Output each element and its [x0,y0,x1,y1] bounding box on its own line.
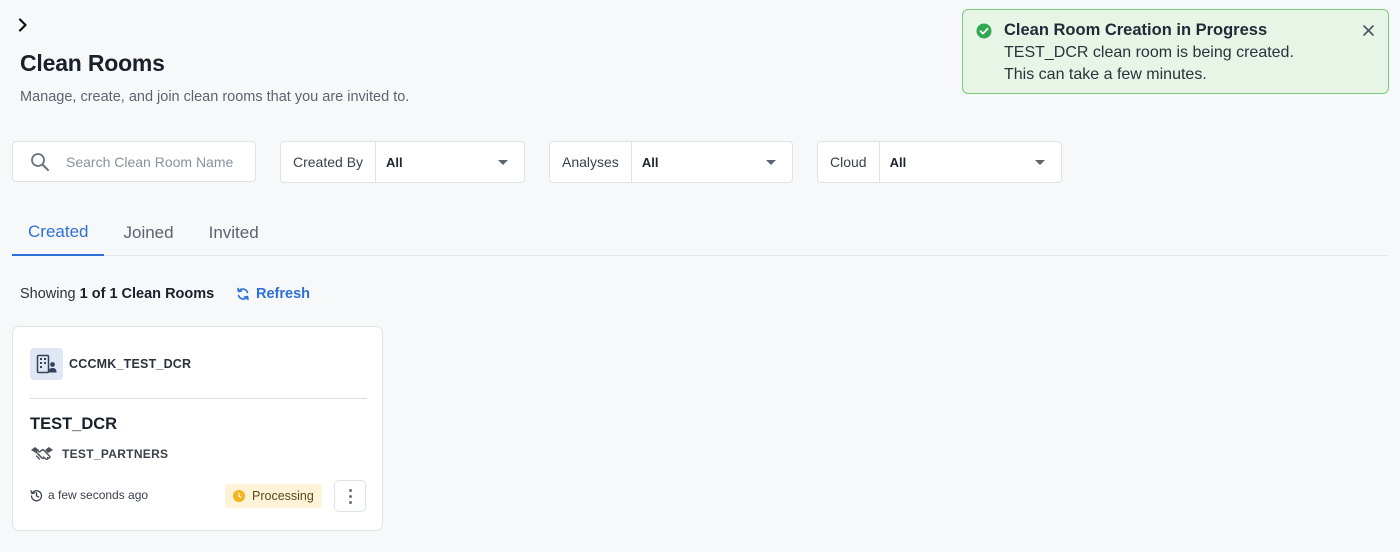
card-menu-button[interactable] [334,480,366,512]
chevron-down-icon [1035,159,1045,165]
results-count: Showing 1 of 1 Clean Rooms [20,286,214,302]
results-count-prefix: Showing [20,286,76,302]
tab-created[interactable]: Created [12,210,105,256]
filter-created-by: Created By All [280,141,525,183]
filter-cloud-select[interactable]: All [880,142,1061,182]
kebab-menu-icon [348,500,352,504]
handshake-icon [31,447,53,461]
refresh-button[interactable]: Refresh [236,286,310,302]
filter-cloud: Cloud All [817,141,1062,183]
check-circle-icon [976,23,992,44]
history-icon [30,489,43,501]
tab-joined[interactable]: Joined [107,210,189,255]
search-input[interactable] [66,153,246,170]
chevron-right-icon [18,18,27,32]
page-title: Clean Rooms [20,50,165,76]
chevron-down-icon [766,159,776,165]
close-icon [1362,24,1374,36]
refresh-icon [237,287,249,301]
filter-created-by-select[interactable]: All [376,142,524,182]
org-name: CCCMK_TEST_DCR [69,357,192,371]
filter-analyses: Analyses All [549,141,793,183]
results-count-value: 1 of 1 Clean Rooms [79,286,215,302]
partner-name: TEST_PARTNERS [62,447,169,461]
building-user-icon [30,348,63,380]
filter-created-by-value: All [386,154,403,170]
filter-created-by-label: Created By [281,142,377,182]
filter-analyses-select[interactable]: All [632,142,792,182]
filter-analyses-label: Analyses [550,142,632,182]
toast-title: Clean Room Creation in Progress [1004,21,1268,39]
partner-info: TEST_PARTNERS [30,445,168,463]
last-updated: a few seconds ago [30,488,148,502]
search-box [12,141,256,182]
chevron-down-icon [498,159,508,165]
page-subtitle: Manage, create, and join clean rooms tha… [20,89,410,105]
filter-analyses-value: All [641,154,659,170]
toast-message: TEST_DCR clean room is being created. Th… [1004,42,1294,86]
clean-room-name[interactable]: TEST_DCR [30,415,117,434]
filter-cloud-label: Cloud [818,142,880,182]
card-divider [30,398,367,399]
toast-notification: Clean Room Creation in Progress TEST_DCR… [962,9,1389,94]
last-updated-text: a few seconds ago [48,488,149,502]
tab-invited[interactable]: Invited [193,210,275,255]
toast-message-line: TEST_DCR clean room is being created. [1004,44,1294,61]
expand-sidebar-button[interactable] [14,14,32,36]
toast-message-line: This can take a few minutes. [1004,66,1207,83]
tab-bar: Created Joined Invited [12,210,1388,256]
status-badge: Processing [225,484,322,508]
kebab-menu-icon [348,488,352,492]
filter-cloud-value: All [889,154,907,170]
kebab-menu-icon [348,494,352,498]
search-icon [30,152,50,172]
clock-icon [233,490,245,502]
refresh-label: Refresh [256,286,310,302]
toast-close-button[interactable] [1360,22,1376,38]
status-text: Processing [252,489,314,503]
clean-room-card[interactable]: CCCMK_TEST_DCR TEST_DCR TEST_PARTNERS a … [12,326,383,531]
